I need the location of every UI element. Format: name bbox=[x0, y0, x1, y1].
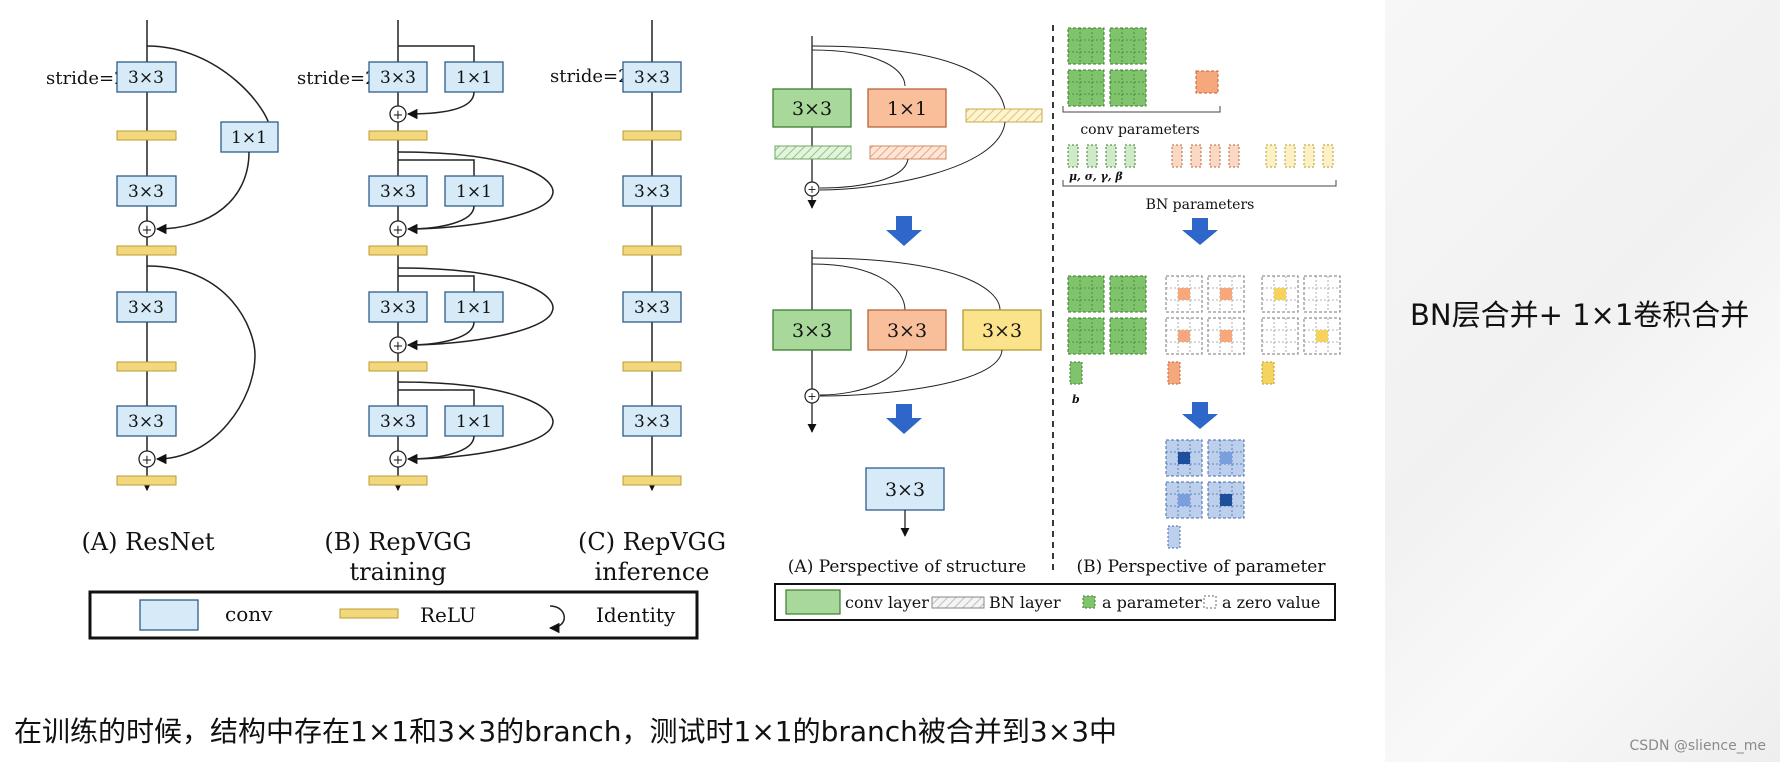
merged-kernels bbox=[1165, 439, 1245, 549]
conv-label: 3×3 bbox=[634, 298, 670, 318]
relu-bar bbox=[368, 245, 428, 256]
conv-label: 3×3 bbox=[128, 182, 164, 202]
bn-layer-orange bbox=[869, 145, 947, 160]
relu-bar bbox=[116, 130, 177, 141]
add-symbol: + bbox=[393, 453, 404, 468]
legend-conv-layer-label: conv layer bbox=[845, 593, 929, 612]
add-symbol: + bbox=[142, 453, 153, 468]
conv-parameters-label: conv parameters bbox=[1080, 122, 1199, 138]
conv-label: 3×3 bbox=[887, 320, 927, 342]
relu-bar bbox=[622, 475, 682, 486]
resnet-column: stride=2 3×3 3×3 + 3×3 3×3 + 1×1 (A) Res… bbox=[46, 20, 279, 556]
repvgg-diagram: stride=2 3×3 3×3 + 3×3 3×3 + 1×1 (A) Res… bbox=[46, 20, 1341, 640]
conv-label: 3×3 bbox=[380, 298, 416, 318]
caption-resnet: (A) ResNet bbox=[81, 528, 214, 556]
left-legend: conv ReLU Identity bbox=[88, 590, 699, 640]
legend-bn-layer-label: BN layer bbox=[989, 593, 1061, 612]
caption-structure: (A) Perspective of structure bbox=[788, 557, 1026, 577]
conv-label: 3×3 bbox=[634, 182, 670, 202]
repvgg-inference-column: stride=2 3×3 3×3 3×3 3×3 (C) RepVGG infe… bbox=[550, 20, 726, 586]
fused-orange-kernels bbox=[1165, 275, 1245, 385]
parameter-perspective: conv parameters μ, σ, γ, β BN parameters bbox=[1062, 27, 1341, 577]
orange-kernel bbox=[1195, 70, 1219, 94]
add-symbol: + bbox=[393, 108, 404, 123]
stride-label: stride=2 bbox=[46, 68, 126, 89]
fused-green-kernels bbox=[1067, 275, 1147, 385]
legend-bn-layer-swatch bbox=[931, 596, 985, 609]
relu-bar bbox=[368, 361, 428, 372]
caption-parameter: (B) Perspective of parameter bbox=[1077, 557, 1327, 577]
conv-label: 1×1 bbox=[456, 182, 492, 202]
down-arrow-icon bbox=[886, 404, 922, 434]
caption-repvgg-training: (B) RepVGG bbox=[324, 528, 471, 556]
legend-zero-label: a zero value bbox=[1222, 593, 1320, 612]
structure-perspective: 3×3 1×1 + 3×3 3×3 3×3 + 3×3 (A) Perspect… bbox=[772, 36, 1043, 577]
conv-label: 3×3 bbox=[128, 298, 164, 318]
watermark: CSDN @slience_me bbox=[1629, 738, 1767, 754]
conv-label: 3×3 bbox=[982, 320, 1022, 342]
relu-bar bbox=[116, 245, 177, 256]
right-legend: conv layer BN layer a parameter a zero v… bbox=[774, 583, 1336, 621]
add-symbol: + bbox=[393, 223, 404, 238]
stride-label: stride=2 bbox=[297, 68, 377, 89]
conv-label: 1×1 bbox=[231, 128, 267, 148]
add-symbol: + bbox=[807, 183, 816, 196]
legend-zero-swatch bbox=[1203, 595, 1217, 609]
bn-parameters-label: BN parameters bbox=[1146, 197, 1255, 213]
conv-label: 1×1 bbox=[456, 68, 492, 88]
relu-bar bbox=[622, 361, 682, 372]
legend-identity-label: Identity bbox=[596, 603, 676, 627]
conv-label: 3×3 bbox=[792, 98, 832, 120]
caption-repvgg-inference-2: inference bbox=[595, 558, 710, 586]
conv-label: 3×3 bbox=[380, 412, 416, 432]
bn-layer-green bbox=[774, 145, 852, 160]
conv-label: 1×1 bbox=[456, 298, 492, 318]
bn-symbols: μ, σ, γ, β bbox=[1069, 170, 1123, 183]
add-symbol: + bbox=[142, 223, 153, 238]
relu-bar bbox=[622, 130, 682, 141]
relu-bar bbox=[368, 130, 428, 141]
relu-bar bbox=[368, 475, 428, 486]
legend-relu-label: ReLU bbox=[420, 603, 476, 627]
legend-relu-swatch bbox=[339, 608, 399, 619]
down-arrow-icon bbox=[886, 216, 922, 246]
bottom-caption: 在训练的时候，结构中存在1×1和3×3的branch，测试时1×1的branch… bbox=[14, 715, 1118, 748]
conv-label: 3×3 bbox=[128, 68, 164, 88]
legend-conv-label: conv bbox=[225, 602, 273, 626]
conv-label: 3×3 bbox=[380, 68, 416, 88]
legend-parameter-swatch bbox=[1082, 595, 1096, 609]
legend-parameter-label: a parameter bbox=[1102, 593, 1202, 612]
conv-label: 3×3 bbox=[634, 68, 670, 88]
down-arrow-icon bbox=[1182, 218, 1218, 245]
conv-label: 3×3 bbox=[128, 412, 164, 432]
relu-bar bbox=[116, 475, 177, 486]
legend-conv-layer-swatch bbox=[785, 589, 841, 615]
add-symbol: + bbox=[807, 390, 816, 403]
conv-label: 3×3 bbox=[885, 479, 925, 501]
side-title: BN层合并+ 1×1卷积合并 bbox=[1410, 298, 1750, 332]
bn-parameter-strips bbox=[1067, 144, 1334, 168]
green-kernels bbox=[1067, 27, 1147, 107]
relu-bar bbox=[116, 361, 177, 372]
conv-label: 1×1 bbox=[887, 98, 927, 120]
fused-yellow-kernels bbox=[1261, 275, 1341, 385]
legend-conv-swatch bbox=[139, 599, 199, 631]
conv-label: 3×3 bbox=[634, 412, 670, 432]
stride-label: stride=2 bbox=[550, 66, 630, 87]
caption-repvgg-inference: (C) RepVGG bbox=[578, 528, 726, 556]
conv-label: 3×3 bbox=[792, 320, 832, 342]
bias-symbol: b bbox=[1072, 393, 1080, 406]
conv-label: 3×3 bbox=[380, 182, 416, 202]
conv-label: 1×1 bbox=[456, 412, 492, 432]
repvgg-training-column: stride=2 3×3 1×1 + 3×3 1×1 + 3×3 1×1 + 3… bbox=[297, 20, 554, 586]
add-symbol: + bbox=[393, 339, 404, 354]
relu-bar bbox=[622, 245, 682, 256]
caption-repvgg-training-2: training bbox=[349, 558, 446, 586]
down-arrow-icon bbox=[1182, 402, 1218, 429]
bn-layer-yellow bbox=[965, 108, 1043, 123]
